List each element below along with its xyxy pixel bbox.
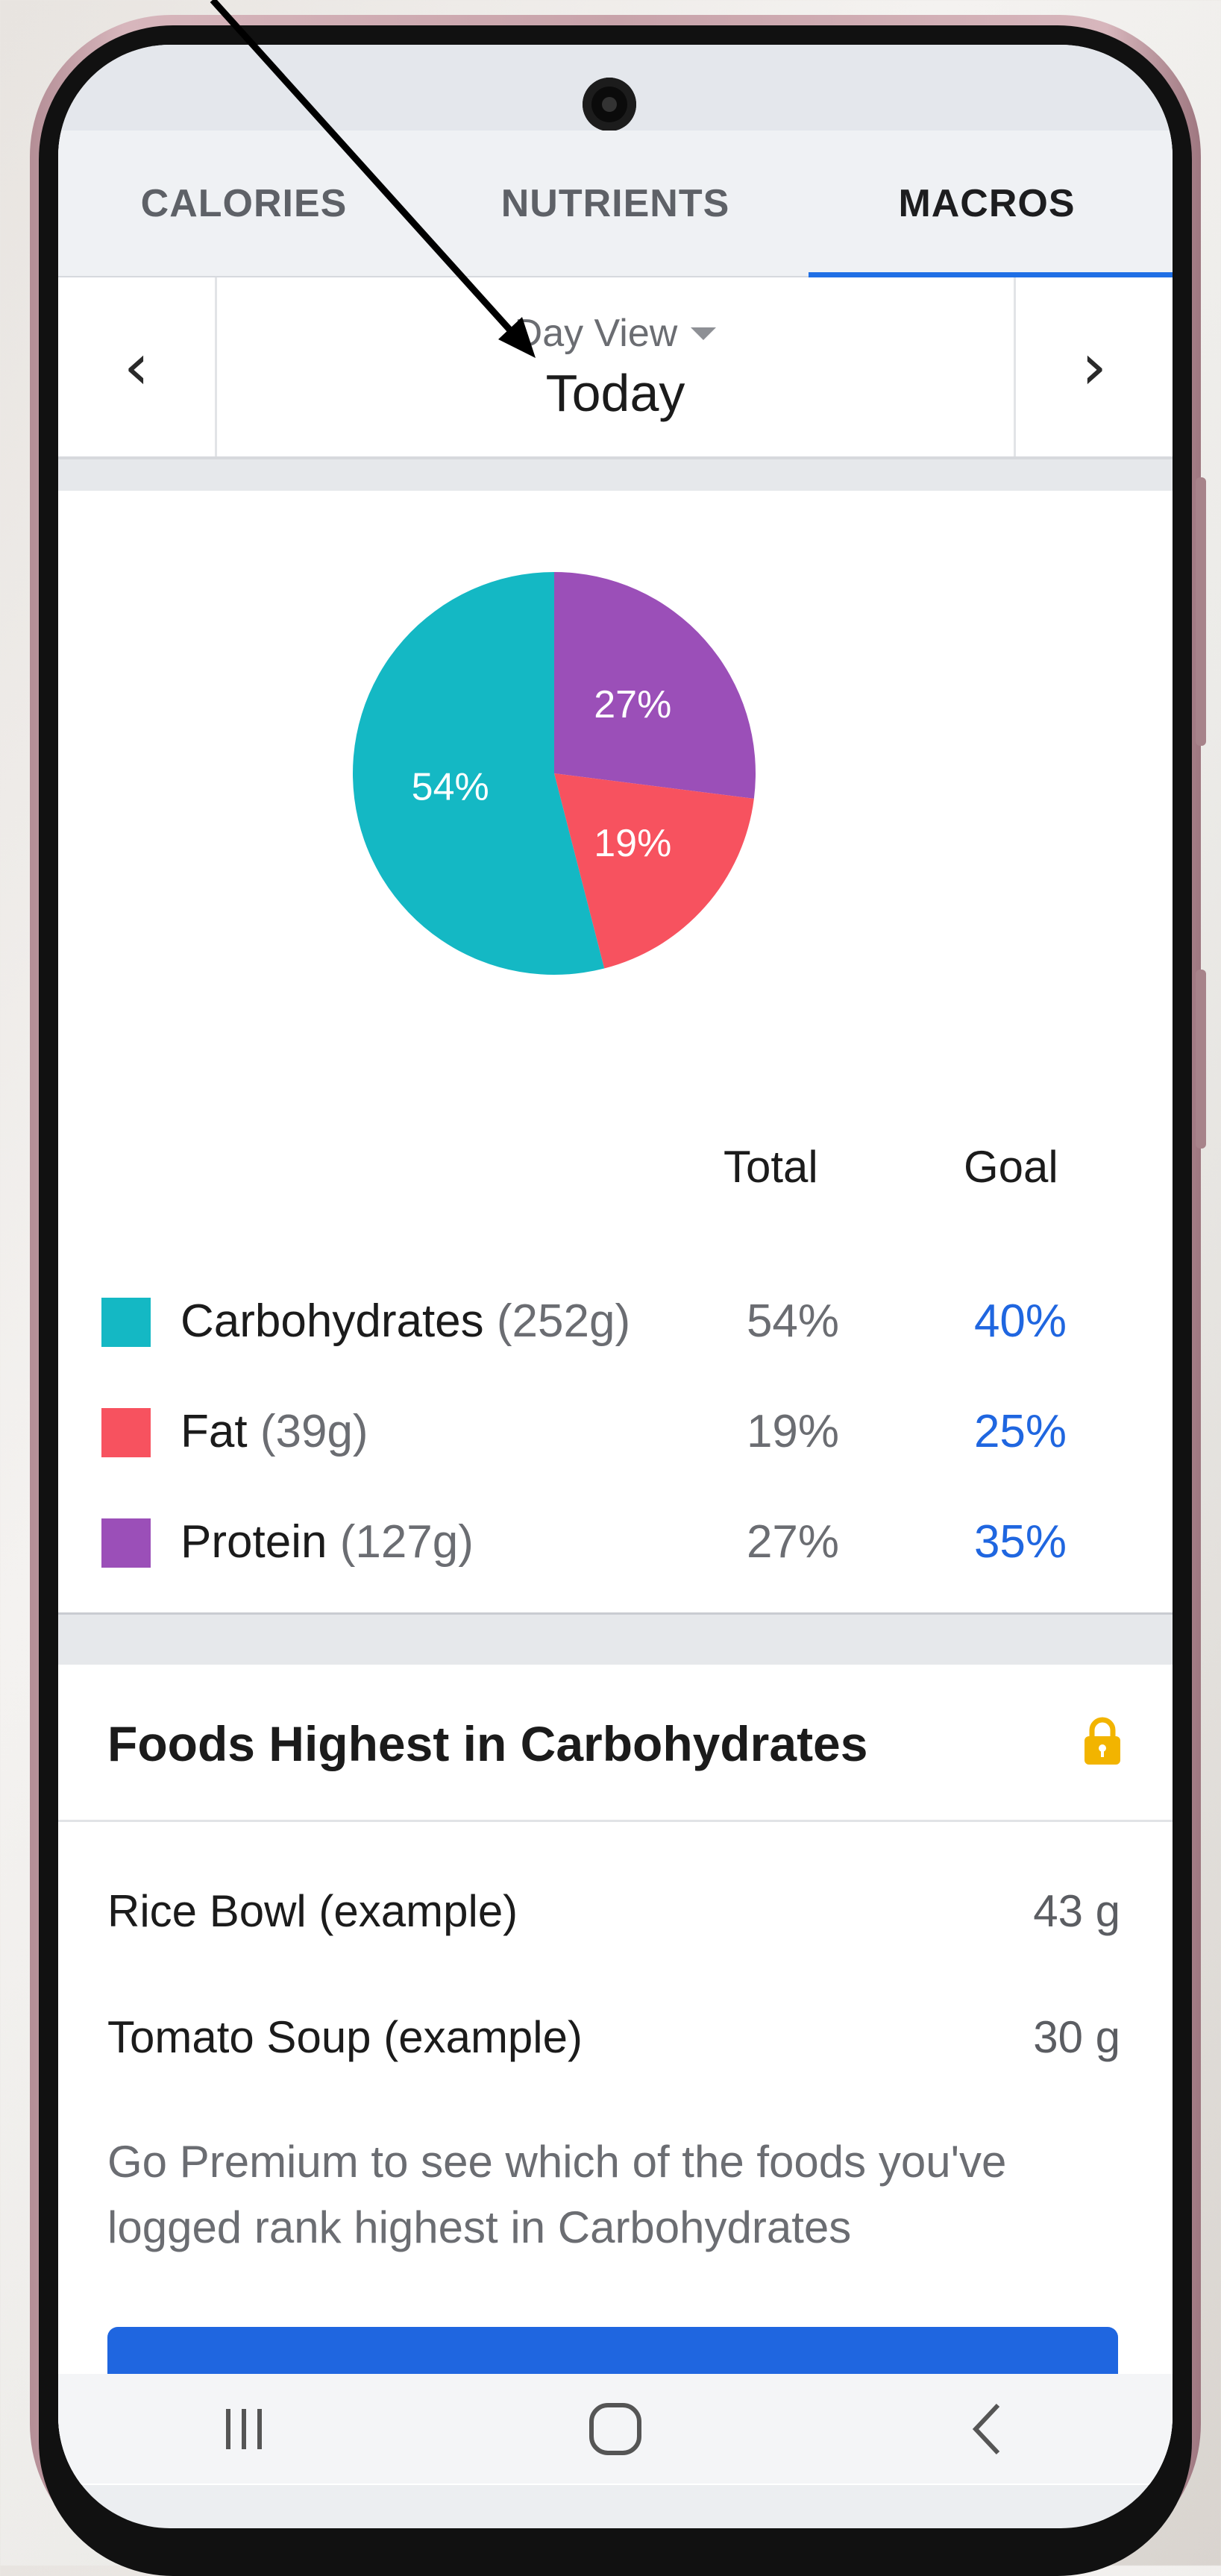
premium-upsell-text: Go Premium to see which of the foods you… (107, 2137, 1007, 2252)
food-item-value: 43 g (1033, 1886, 1120, 1936)
macro-name: Carbohydrates (181, 1295, 484, 1347)
macro-total: 27% (746, 1516, 840, 1568)
recents-icon (226, 2408, 262, 2449)
macros-pie-chart: 27% 19% 54% (345, 565, 763, 982)
macro-grams: (252g) (496, 1295, 631, 1347)
food-item-name: Tomato Soup (example) (107, 2012, 583, 2062)
pie-label-protein: 27% (594, 683, 671, 726)
fat-swatch (101, 1408, 151, 1457)
macro-row-fat: Fat (39g) 19% 25% (58, 1393, 1173, 1483)
macro-goal[interactable]: 35% (953, 1515, 1087, 1568)
macro-goal[interactable]: 25% (953, 1405, 1087, 1458)
pie-label-fat: 19% (594, 822, 671, 865)
foods-title: Foods Highest in Carbohydrates (107, 1716, 868, 1771)
food-item-name: Rice Bowl (example) (107, 1886, 518, 1936)
macro-name: Protein (181, 1516, 327, 1568)
pie-chart-svg: 27% 19% 54% (353, 572, 756, 975)
home-button[interactable] (571, 2392, 660, 2466)
carbohydrates-swatch (101, 1298, 151, 1347)
header-goal: Goal (964, 1142, 1058, 1192)
annotation-arrow (210, 0, 536, 358)
section-gap (58, 1612, 1173, 1667)
home-icon (589, 2402, 641, 2455)
volume-button (1196, 477, 1206, 746)
macro-grams: (39g) (260, 1406, 368, 1457)
divider (58, 1820, 1173, 1822)
food-item-value: 30 g (1033, 2012, 1120, 2062)
header-total: Total (724, 1142, 818, 1192)
macro-name: Fat (181, 1406, 248, 1457)
macro-total: 19% (746, 1406, 840, 1457)
system-nav-bar (58, 2374, 1173, 2484)
back-icon (972, 2403, 1000, 2454)
macro-grams: (127g) (339, 1516, 474, 1568)
power-button (1196, 970, 1206, 1149)
macro-total: 54% (746, 1295, 840, 1347)
back-button[interactable] (942, 2392, 1032, 2466)
protein-swatch (101, 1518, 151, 1568)
recents-button[interactable] (199, 2392, 289, 2466)
macro-row-protein: Protein (127g) 27% 35% (58, 1504, 1173, 1593)
section-gap (58, 459, 1173, 491)
macro-goal[interactable]: 40% (953, 1295, 1087, 1348)
macro-name-wrap: Carbohydrates (252g) (181, 1295, 630, 1348)
pie-label-carbohydrates: 54% (412, 766, 489, 809)
macro-name-wrap: Fat (39g) (181, 1405, 368, 1458)
lock-icon[interactable] (1080, 1715, 1125, 1768)
macro-row-carbohydrates: Carbohydrates (252g) 54% 40% (58, 1283, 1173, 1372)
macro-name-wrap: Protein (127g) (181, 1515, 474, 1568)
